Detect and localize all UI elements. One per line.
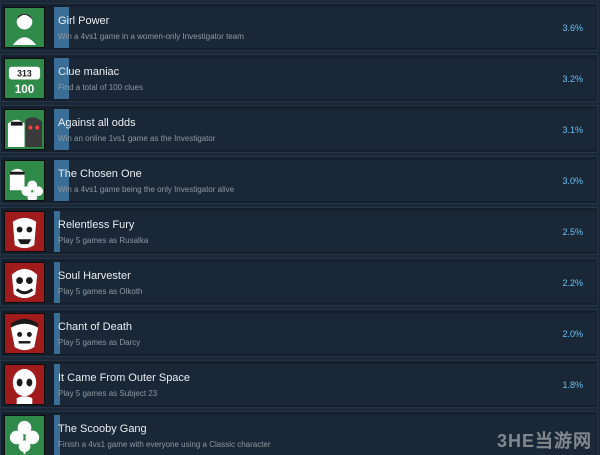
achievement-title: Relentless Fury — [58, 219, 135, 231]
clue-100-icon: 313 100 — [4, 58, 45, 99]
unlock-percent: 1.8% — [562, 380, 583, 390]
clover-icon — [4, 415, 45, 455]
unlock-percent: 2.2% — [562, 278, 583, 288]
progress-bar — [54, 313, 596, 354]
achievement-title: It Came From Outer Space — [58, 372, 191, 384]
achievement-description: Finish a 4vs1 game with everyone using a… — [58, 440, 271, 449]
progress-fill — [54, 7, 69, 48]
achievement-row: The Chosen One Win a 4vs1 game being the … — [0, 156, 598, 204]
achievement-row: Girl Power Win a 4vs1 game in a women-onl… — [0, 3, 598, 51]
achievement-description: Win a 4vs1 game in a women-only Investig… — [58, 32, 244, 41]
achievement-description: Play 5 games as Rusalka — [58, 236, 149, 245]
achievement-list: Girl Power Win a 4vs1 game in a women-onl… — [0, 0, 600, 455]
progress-fill — [54, 211, 60, 252]
achievement-row: Chant of Death Play 5 games as Darcy 2.0% — [0, 309, 598, 357]
site-watermark: 3HE当游网 — [496, 431, 592, 451]
achievement-title: Girl Power — [58, 15, 110, 27]
achievement-title: Chant of Death — [58, 321, 132, 333]
olkoth-face-icon — [4, 262, 45, 303]
unlock-percent: 3.6% — [562, 23, 583, 33]
achievement-title: Soul Harvester — [58, 270, 131, 282]
achievement-title: The Chosen One — [58, 168, 142, 180]
achievement-description: Win a 4vs1 game being the only Investiga… — [58, 185, 235, 194]
unlock-percent: 3.1% — [562, 125, 583, 135]
progress-fill — [54, 109, 69, 150]
investigator-vs-monster-icon — [4, 109, 45, 150]
unlock-percent: 2.5% — [562, 227, 583, 237]
rusalka-face-icon — [4, 211, 45, 252]
alien-face-icon — [4, 364, 45, 405]
achievement-description: Play 5 games as Olkoth — [58, 287, 143, 296]
achievement-description: Find a total of 100 clues — [58, 83, 143, 92]
achievement-row: Against all odds Win an online 1vs1 game … — [0, 105, 598, 153]
svg-text:100: 100 — [15, 83, 35, 96]
progress-fill — [54, 313, 60, 354]
achievement-title: Clue maniac — [58, 66, 120, 78]
progress-bar — [54, 262, 596, 303]
achievement-title: Against all odds — [58, 117, 136, 129]
progress-fill — [54, 160, 69, 201]
progress-fill — [54, 364, 60, 405]
progress-bar — [54, 7, 596, 48]
progress-bar — [54, 58, 596, 99]
investigator-clover-icon — [4, 160, 45, 201]
achievement-row: 313 100 Clue maniac Find a total of 100 clu… — [0, 54, 598, 102]
darcy-face-icon — [4, 313, 45, 354]
achievement-row: It Came From Outer Space Play 5 games as … — [0, 360, 598, 408]
unlock-percent: 3.0% — [562, 176, 583, 186]
unlock-percent: 2.0% — [562, 329, 583, 339]
achievement-row: Relentless Fury Play 5 games as Rusalka 2.… — [0, 207, 598, 255]
woman-portrait-icon — [4, 7, 45, 48]
progress-fill — [54, 58, 69, 99]
progress-bar — [54, 211, 596, 252]
progress-bar — [54, 160, 596, 201]
progress-bar — [54, 364, 596, 405]
unlock-percent: 3.2% — [562, 74, 583, 84]
achievement-row: Soul Harvester Play 5 games as Olkoth 2.2% — [0, 258, 598, 306]
achievement-title: The Scooby Gang — [58, 423, 147, 435]
progress-bar — [54, 109, 596, 150]
svg-text:313: 313 — [17, 69, 32, 79]
achievement-description: Play 5 games as Subject 23 — [58, 389, 158, 398]
achievement-description: Play 5 games as Darcy — [58, 338, 141, 347]
achievement-description: Win an online 1vs1 game as the Investiga… — [58, 134, 216, 143]
progress-fill — [54, 262, 60, 303]
progress-fill — [54, 415, 60, 455]
